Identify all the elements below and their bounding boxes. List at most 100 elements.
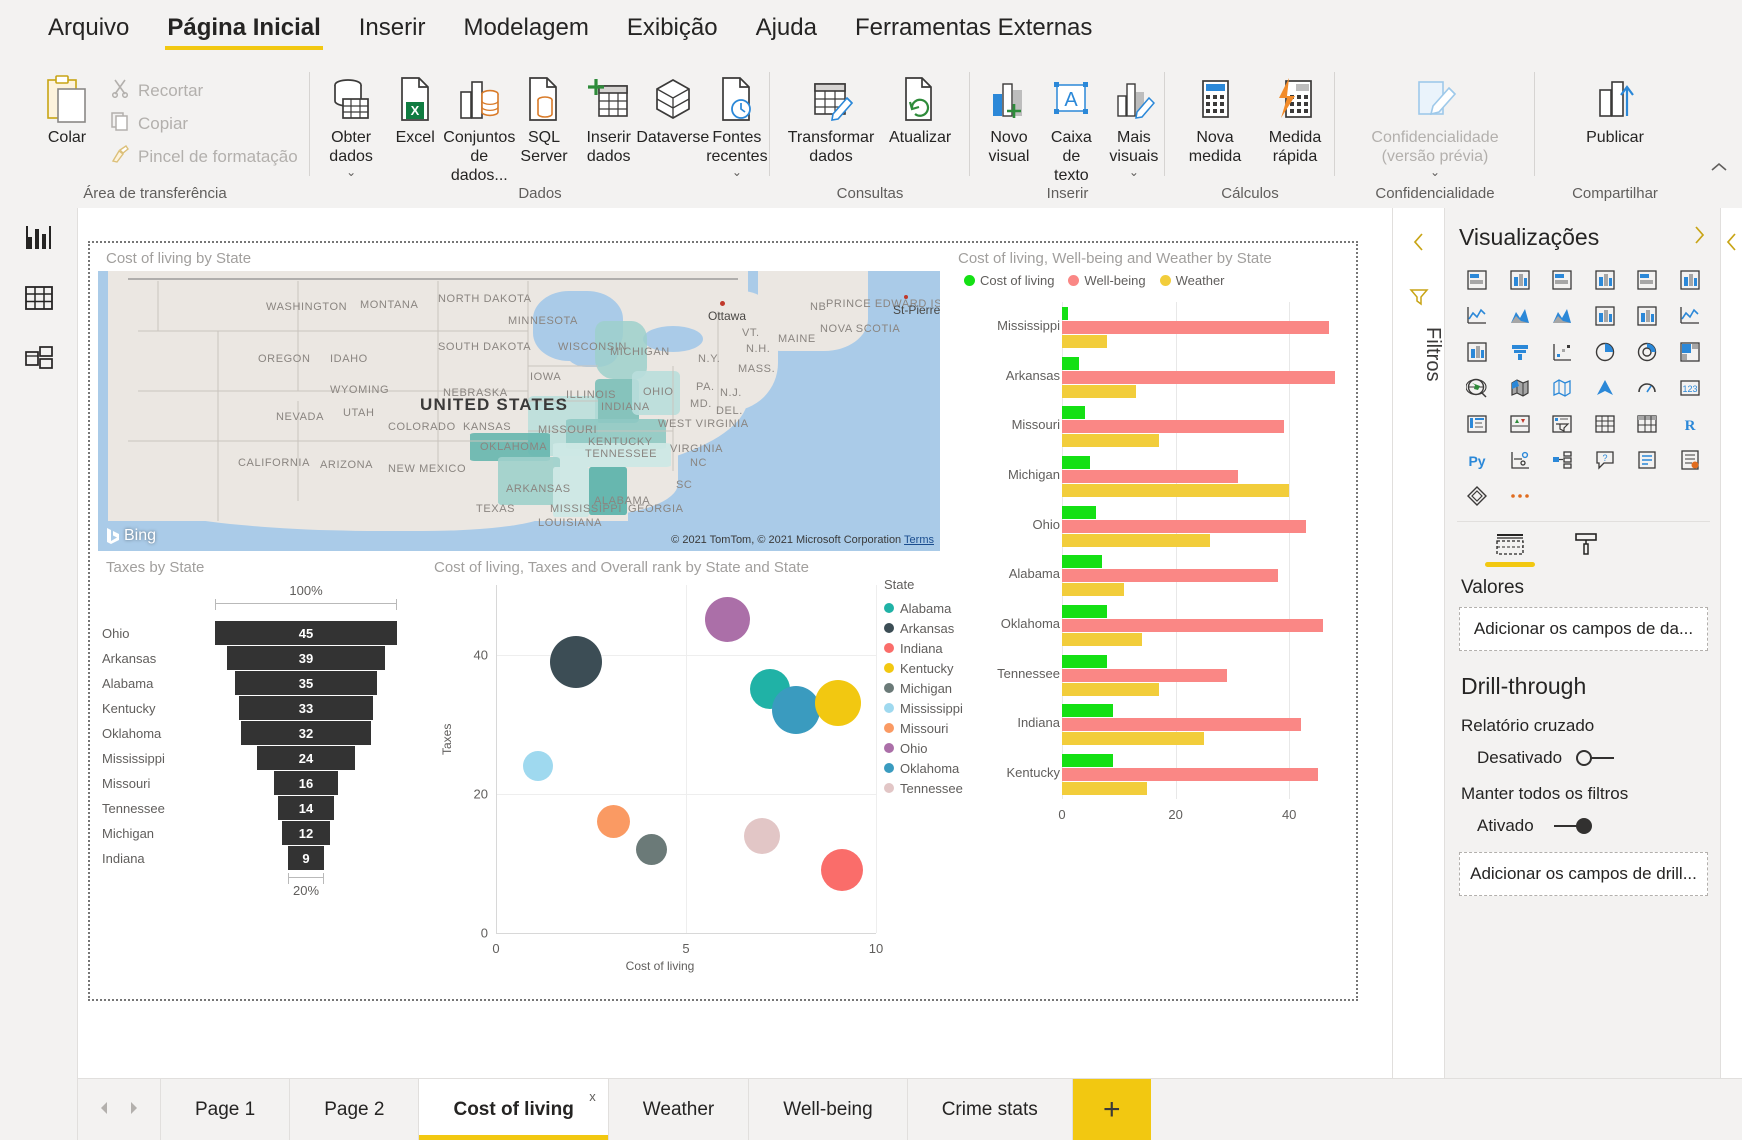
menu-item-exibicao[interactable]: Exibição	[625, 10, 720, 52]
pie-chart-icon[interactable]	[1585, 337, 1626, 367]
cross-report-toggle[interactable]	[1576, 750, 1620, 766]
sensitivity-button[interactable]: Confidencialidade (versão prévia) ⌄	[1343, 68, 1527, 180]
scatter-legend-item[interactable]: Michigan	[884, 678, 1004, 698]
kpi-icon[interactable]	[1500, 409, 1541, 439]
scatter-bubble-indiana[interactable]	[820, 849, 863, 892]
paginated-report-icon[interactable]	[1670, 445, 1711, 475]
qna-icon[interactable]: ?	[1585, 445, 1626, 475]
line-stacked-column-icon[interactable]	[1585, 301, 1626, 331]
menu-item-ajuda[interactable]: Ajuda	[754, 10, 819, 52]
funnel-bar[interactable]: 24	[257, 746, 355, 770]
more-visuals-button[interactable]: Mais visuais ⌄	[1103, 68, 1165, 180]
stacked-area-chart-icon[interactable]	[1542, 301, 1583, 331]
filters-collapse-button[interactable]	[1393, 208, 1444, 258]
cut-button[interactable]: Recortar	[104, 74, 298, 107]
report-page[interactable]: Cost of living by State WASHINGTON MONTA…	[88, 241, 1358, 1001]
bar-cost-of-living[interactable]	[1062, 505, 1097, 519]
menu-item-inserir[interactable]: Inserir	[357, 10, 428, 52]
sidebar-item-model-view[interactable]	[0, 328, 78, 388]
recent-sources-button[interactable]: Fontes recentes ⌄	[704, 68, 770, 180]
visual-map[interactable]: Cost of living by State WASHINGTON MONTA…	[98, 246, 940, 551]
cross-report-toggle-row[interactable]: Desativado	[1445, 736, 1720, 768]
page-tab-page-1[interactable]: Page 1	[161, 1079, 291, 1140]
bar-cost-of-living[interactable]	[1062, 605, 1108, 619]
bar-weather[interactable]	[1062, 483, 1290, 497]
add-page-button[interactable]: +	[1072, 1079, 1151, 1140]
fields-tab[interactable]	[1485, 532, 1535, 567]
funnel-bar[interactable]: 9	[287, 846, 325, 870]
menu-item-arquivo[interactable]: Arquivo	[46, 10, 131, 52]
bar-cost-of-living[interactable]	[1062, 306, 1068, 320]
menu-item-ferramentas-externas[interactable]: Ferramentas Externas	[853, 10, 1094, 52]
text-box-button[interactable]: A Caixa de texto	[1040, 68, 1103, 187]
drillthrough-dropzone[interactable]: Adicionar os campos de drill...	[1459, 852, 1708, 896]
scatter-legend-item[interactable]: Oklahoma	[884, 758, 1004, 778]
enter-data-button[interactable]: Inserir dados	[576, 68, 642, 168]
scatter-bubble-kentucky[interactable]	[815, 680, 861, 727]
shape-map-icon[interactable]	[1542, 373, 1583, 403]
funnel-bar[interactable]: 32	[241, 721, 371, 745]
scatter-legend-item[interactable]: Kentucky	[884, 658, 1004, 678]
multi-row-card-icon[interactable]	[1457, 409, 1498, 439]
funnel-chart-icon[interactable]	[1500, 337, 1541, 367]
arrow-left-icon[interactable]	[98, 1100, 110, 1120]
bar-cost-of-living[interactable]	[1062, 356, 1080, 370]
bar-well-being[interactable]	[1062, 718, 1301, 732]
sql-server-button[interactable]: SQL Server	[512, 68, 575, 168]
bar-weather[interactable]	[1062, 682, 1159, 696]
chevron-down-icon[interactable]: ⌄	[346, 166, 356, 178]
bar-cost-of-living[interactable]	[1062, 704, 1114, 718]
scatter-legend-item[interactable]: Arkansas	[884, 618, 1004, 638]
r-script-icon[interactable]: R	[1670, 409, 1711, 439]
bar-well-being[interactable]	[1062, 420, 1284, 434]
100-stacked-column-icon[interactable]	[1670, 265, 1711, 295]
bar-weather[interactable]	[1062, 732, 1204, 746]
bar-well-being[interactable]	[1062, 668, 1227, 682]
bar-weather[interactable]	[1062, 334, 1108, 348]
bing-logo[interactable]: Bing	[106, 527, 156, 545]
bar-well-being[interactable]	[1062, 519, 1307, 533]
map-terms-link[interactable]: Terms	[904, 534, 934, 546]
legend-item-well-being[interactable]: Well-being	[1068, 273, 1146, 288]
close-icon[interactable]: x	[589, 1089, 596, 1104]
bar-cost-of-living[interactable]	[1062, 555, 1102, 569]
bar-well-being[interactable]	[1062, 768, 1318, 782]
sidebar-item-report-view[interactable]	[0, 208, 78, 268]
stacked-bar-chart-icon[interactable]	[1457, 265, 1498, 295]
map-icon[interactable]	[1457, 373, 1498, 403]
scatter-chart-icon[interactable]	[1542, 337, 1583, 367]
scatter-legend-item[interactable]: Mississippi	[884, 698, 1004, 718]
decomposition-tree-icon[interactable]	[1542, 445, 1583, 475]
bar-weather[interactable]	[1062, 782, 1148, 796]
bar-cost-of-living[interactable]	[1062, 455, 1091, 469]
python-visual-icon[interactable]: Py	[1457, 445, 1498, 475]
keep-filters-toggle[interactable]	[1548, 818, 1592, 834]
values-dropzone[interactable]: Adicionar os campos de da...	[1459, 607, 1708, 651]
gauge-icon[interactable]	[1627, 373, 1668, 403]
ribbon-chart-icon[interactable]	[1670, 301, 1711, 331]
format-tab[interactable]	[1561, 532, 1611, 567]
scatter-bubble-tennessee[interactable]	[744, 817, 780, 854]
chevron-down-icon[interactable]: ⌄	[732, 166, 742, 178]
page-tab-page-2[interactable]: Page 2	[290, 1079, 420, 1140]
scatter-legend-item[interactable]: Ohio	[884, 738, 1004, 758]
funnel-bar[interactable]: 35	[235, 671, 377, 695]
chevron-down-icon[interactable]: ⌄	[1430, 166, 1440, 178]
funnel-bar[interactable]: 39	[227, 646, 385, 670]
scatter-legend-item[interactable]: Missouri	[884, 718, 1004, 738]
scatter-bubble-ohio[interactable]	[705, 597, 751, 643]
clustered-bar-chart-icon[interactable]	[1542, 265, 1583, 295]
funnel-bar[interactable]: 14	[277, 796, 335, 820]
100-stacked-bar-icon[interactable]	[1627, 265, 1668, 295]
bar-well-being[interactable]	[1062, 569, 1278, 583]
filters-pane-collapsed[interactable]: Filtros	[1392, 208, 1444, 1140]
filled-map-icon[interactable]	[1500, 373, 1541, 403]
get-data-button[interactable]: Obter dados ⌄	[318, 68, 384, 180]
funnel-bar[interactable]: 12	[281, 821, 331, 845]
treemap-icon[interactable]	[1670, 337, 1711, 367]
filter-funnel-icon[interactable]	[1393, 258, 1444, 313]
new-visual-button[interactable]: Novo visual	[978, 68, 1040, 168]
scatter-bubble-michigan[interactable]	[636, 833, 668, 865]
page-tab-weather[interactable]: Weather	[608, 1079, 750, 1140]
visualizations-expand-button[interactable]	[1693, 225, 1706, 251]
